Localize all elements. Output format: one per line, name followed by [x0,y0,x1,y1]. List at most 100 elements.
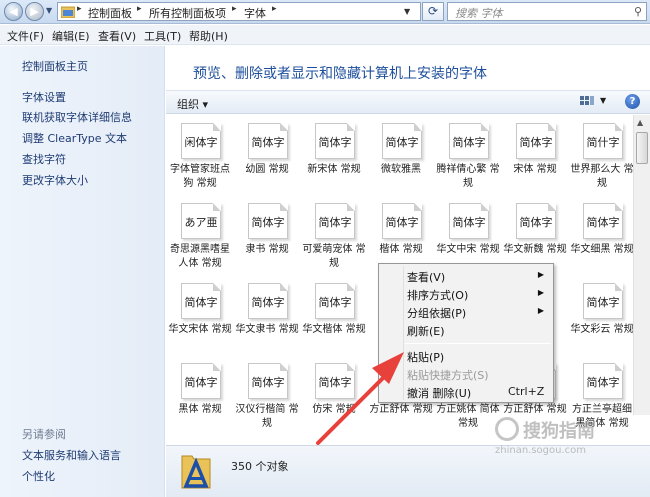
font-name: 宋体 常规 [513,164,557,175]
sidebar-cleartype[interactable]: 调整 ClearType 文本 [22,130,127,146]
menu-tools[interactable]: 工具(T) [144,28,181,44]
font-item[interactable]: 简体字汉仪行楷简 常规 [233,355,301,435]
context-menu-paste[interactable]: 粘贴(P) [379,347,553,365]
sidebar-personalize[interactable]: 个性化 [22,468,55,484]
recent-pages-dropdown-icon[interactable]: ▼ [46,6,52,15]
font-name: 汉仪行楷简 常规 [235,404,299,429]
font-item[interactable]: 简体字华文彩云 常规 [568,275,636,355]
sidebar-change-font-size[interactable]: 更改字体大小 [22,172,88,188]
vertical-scrollbar[interactable]: ▲ [633,115,650,415]
sidebar-find-character[interactable]: 查找字符 [22,151,66,167]
font-preview-text: 简什字 [586,136,620,149]
font-name: 华文中宋 常规 [436,244,500,255]
menu-view[interactable]: 查看(V) [98,28,136,44]
font-preview-text: 简体字 [385,216,419,229]
font-item[interactable]: 简体字 华文细黑 常规 [568,195,636,275]
font-item[interactable]: 简体字 黑体 常规 [166,355,234,435]
view-dropdown-icon[interactable]: ▼ [600,96,606,105]
forward-button[interactable]: ▶ [25,2,44,21]
breadcrumb-control-panel[interactable]: 控制面板 [88,5,132,21]
font-preview-thumbnail: 简体字 [248,283,288,319]
font-name: 世界那么大 常规 [570,164,634,189]
breadcrumb-separator-icon[interactable]: ▸ [272,4,277,14]
sidebar-home-link[interactable]: 控制面板主页 [22,58,88,74]
breadcrumb-fonts[interactable]: 字体 [244,5,266,21]
font-preview-text: 简体字 [251,136,285,149]
font-name: 华文楷体 常规 [302,324,366,335]
breadcrumb-all-items[interactable]: 所有控制面板项 [149,5,226,21]
search-icon[interactable]: ⚲ [634,5,642,18]
font-item[interactable]: 简体字 宋体 常规 [501,115,569,195]
font-preview-text: 简体字 [184,296,218,309]
scroll-up-icon[interactable]: ▲ [637,118,643,127]
context-menu-label: 粘贴快捷方式(S) [407,369,489,382]
font-preview-thumbnail: 简体字 [382,203,422,239]
refresh-button[interactable]: ⟳ [422,2,444,21]
font-name: 华文宋体 常规 [168,324,232,335]
menu-file[interactable]: 文件(F) [7,28,44,44]
font-item[interactable]: 简体字 隶书 常规 [233,195,301,275]
font-name: 华文新魏 常规 [503,244,567,255]
font-name: 华文彩云 常规 [570,324,634,335]
font-name: 幼圆 常规 [245,164,289,175]
font-item[interactable]: 简体字 腾祥倩心繁 常规 [434,115,502,195]
font-item[interactable]: 简体字华文宋体 常规 [166,275,234,355]
context-menu-refresh[interactable]: 刷新(E) [379,321,553,339]
font-item[interactable]: 简什字世界那么大 常规 [568,115,636,195]
font-preview-thumbnail: 简体字 [315,363,355,399]
font-item[interactable]: 简体字 微软雅黑 [367,115,435,195]
command-bar: 组织 ▾ ▼ ? [166,90,650,114]
context-menu-sort-by[interactable]: 排序方式(O) ▶ [379,285,553,303]
font-preview-text: 简体字 [318,216,352,229]
view-options-icon[interactable] [580,96,594,108]
organize-button[interactable]: 组织 ▾ [177,96,208,112]
font-item[interactable]: あア亜 奇思源黑嗜星人体 常规 [166,195,234,275]
context-menu-label: 排序方式(O) [407,289,469,302]
context-menu-view[interactable]: 查看(V) ▶ [379,267,553,285]
navigation-pane: 控制面板主页 字体设置 联机获取字体详细信息 调整 ClearType 文本 查… [0,46,165,497]
font-preview-thumbnail: 简体字 [382,123,422,159]
font-preview-text: 简体字 [385,136,419,149]
breadcrumb-separator-icon[interactable]: ▸ [137,4,142,14]
sidebar-online-font-info[interactable]: 联机获取字体详细信息 [22,109,132,125]
back-button[interactable]: ◀ [4,2,23,21]
font-preview-text: 简体字 [586,296,620,309]
context-menu-separator [405,343,551,344]
font-item[interactable]: 简体字 可爱萌宠体 常规 [300,195,368,275]
font-preview-text: 简体字 [452,136,486,149]
address-field[interactable]: ▸ 控制面板 ▸ 所有控制面板项 ▸ 字体 ▸ ▼ [57,2,421,21]
font-preview-thumbnail: 简体字 [315,123,355,159]
sidebar-font-settings[interactable]: 字体设置 [22,89,66,105]
page-title: 预览、删除或者显示和隐藏计算机上安装的字体 [193,66,487,82]
search-input[interactable]: 搜索 字体 ⚲ [447,2,647,21]
font-preview-thumbnail: 简体字 [181,283,221,319]
watermark-logo-icon [495,417,519,441]
font-preview-text: 闲体字 [184,136,218,149]
font-item[interactable]: 简体字 幼圆 常规 [233,115,301,195]
font-preview-thumbnail: 简体字 [449,123,489,159]
font-name: 方正舒体 常规 [369,404,433,415]
font-preview-text: 简体字 [452,216,486,229]
menu-edit[interactable]: 编辑(E) [52,28,90,44]
context-menu-group-by[interactable]: 分组依据(P) ▶ [379,303,553,321]
see-also-heading: 另请参阅 [22,428,66,441]
address-dropdown-icon[interactable]: ▼ [404,7,410,16]
sidebar-text-services[interactable]: 文本服务和输入语言 [22,447,121,463]
font-item[interactable]: 简体字 华文楷体 常规 [300,275,368,355]
menu-help[interactable]: 帮助(H) [189,28,228,44]
font-item[interactable]: 简体字 仿宋 常规 [300,355,368,435]
font-preview-thumbnail: 简体字 [181,363,221,399]
help-icon[interactable]: ? [625,94,640,109]
scrollbar-thumb[interactable] [636,132,648,164]
font-preview-thumbnail: 简什字 [583,123,623,159]
font-item[interactable]: 简体字 华文隶书 常规 [233,275,301,355]
font-preview-thumbnail: 简体字 [248,363,288,399]
font-preview-text: 简体字 [251,216,285,229]
watermark: 搜狗指南 zhinan.sogou.com [495,415,645,465]
font-item[interactable]: 简体字 新宋体 常规 [300,115,368,195]
font-item[interactable]: 闲体字 字体管家班点狗 常规 [166,115,234,195]
font-name: 微软雅黑 [381,164,421,175]
breadcrumb-separator-icon[interactable]: ▸ [232,4,237,14]
context-menu-undo-delete[interactable]: 撤消 删除(U) Ctrl+Z [379,383,553,401]
context-menu: 查看(V) ▶ 排序方式(O) ▶ 分组依据(P) ▶ 刷新(E) 粘贴(P) … [378,263,554,403]
